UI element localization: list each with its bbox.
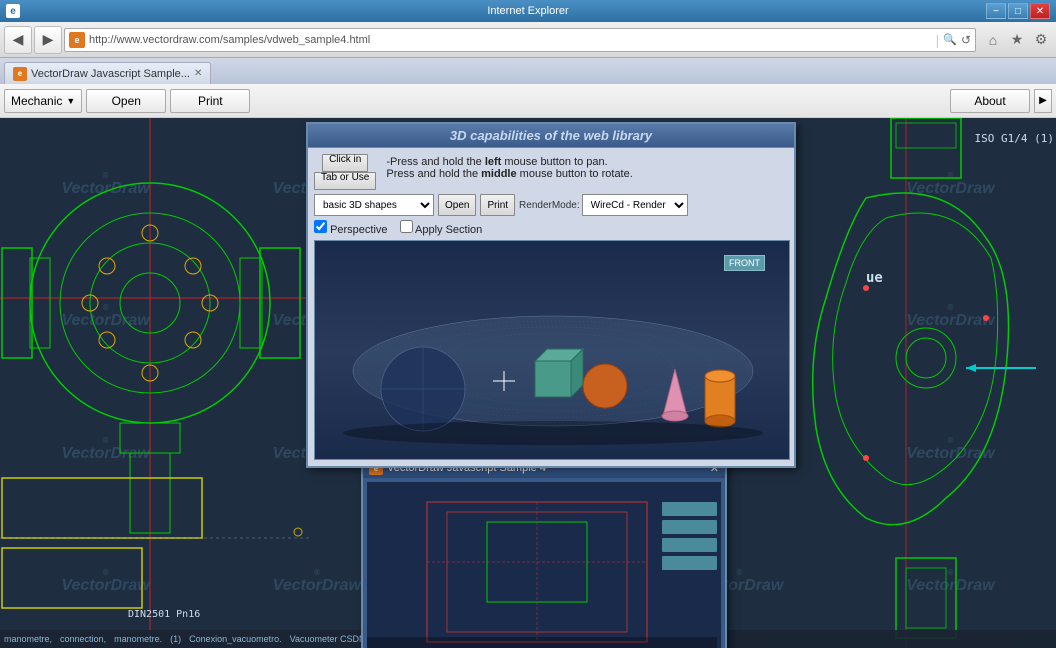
popup-3d-content: Click in Tab or Use -Press and hold the … [308,148,794,466]
render-label: RenderMode: [519,200,580,211]
popup-3d-window: 3D capabilities of the web library Click… [306,122,796,468]
about-button[interactable]: About [950,89,1030,113]
status-connection: connection, [60,634,106,644]
mechanic-label: Mechanic [11,94,62,108]
settings-button[interactable]: ⚙ [1030,29,1052,51]
open-label: Open [112,94,141,108]
window-title: Internet Explorer [0,5,1056,17]
perspective-checkbox[interactable] [314,220,327,233]
forward-button[interactable]: ▶ [34,26,62,54]
site-icon: e [69,32,85,48]
back-button[interactable]: ◀ [4,26,32,54]
browser-tab[interactable]: e VectorDraw Javascript Sample... ✕ [4,62,211,84]
dropdown-arrow-icon: ▼ [66,96,75,106]
search-separator: | [936,32,940,48]
popup-2-inner [363,478,725,648]
popup-3d-title: 3D capabilities of the web library [308,124,794,148]
status-manometre: manometre, [4,634,52,644]
status-conexion: Conexion_vacuometro. [189,634,282,644]
mechanic-dropdown[interactable]: Mechanic ▼ [4,89,82,113]
cad-left-drawing [0,118,310,648]
home-button[interactable]: ⌂ [982,29,1004,51]
popup-open-button[interactable]: Open [438,194,476,216]
click-in-button[interactable]: Click in [322,154,368,172]
tab-close-button[interactable]: ✕ [194,68,202,79]
render-mode-container: RenderMode: WireCd - Render [519,194,688,216]
popup-print-button[interactable]: Print [480,194,515,216]
nav-toolbar: ⌂ ★ ⚙ [982,29,1052,51]
ue-label: ue [866,270,883,286]
status-manometre2: manometre. [114,634,162,644]
search-icon[interactable]: 🔍 [943,33,957,46]
main-content-area: ®VectorDraw ®VectorDraw ®VectorDraw ®Vec… [0,118,1056,648]
cad-right-drawing: ISO G1/4 (1) ue [806,118,1056,648]
address-bar[interactable]: e http://www.vectordraw.com/samples/vdwe… [64,28,976,52]
status-count: (1) [170,634,181,644]
tab-use-button[interactable]: Tab or Use [314,172,376,190]
tab-favicon: e [13,67,27,81]
shapes-select[interactable]: basic 3D shapes [314,194,434,216]
apply-section-checkbox[interactable] [400,220,413,233]
title-bar: e Internet Explorer − □ ✕ [0,0,1056,22]
print-label: Print [198,94,223,108]
restore-button[interactable]: □ [1008,3,1028,19]
popup-checkboxes: Perspective Apply Section [314,220,788,236]
minimize-button[interactable]: − [986,3,1006,19]
popup-2-content[interactable] [367,482,721,648]
open-button[interactable]: Open [86,89,166,113]
window-controls[interactable]: − □ ✕ [986,3,1050,19]
iso-label: ISO G1/4 (1) [975,132,1054,145]
ie-title-icon: e [6,4,20,18]
ie-toolbar: Mechanic ▼ Open Print About ▶ [0,84,1056,118]
popup-2-window: e VectorDraw Javascript Sample 4 ✕ [361,456,727,648]
apply-section-checkbox-label[interactable]: Apply Section [400,220,483,236]
address-text[interactable]: http://www.vectordraw.com/samples/vdweb_… [89,34,932,46]
din-label: DIN2501 Pn16 [128,609,200,620]
navigation-bar: ◀ ▶ e http://www.vectordraw.com/samples/… [0,22,1056,58]
popup-toolbar-row2: basic 3D shapes Open Print RenderMode: W… [314,194,788,216]
title-bar-left: e [6,4,20,18]
scroll-right-button[interactable]: ▶ [1034,89,1052,113]
instructions-text: -Press and hold the left mouse button to… [386,156,632,180]
render-mode-select[interactable]: WireCd - Render [582,194,688,216]
print-button[interactable]: Print [170,89,250,113]
refresh-icon[interactable]: ↺ [961,33,971,47]
perspective-checkbox-label[interactable]: Perspective [314,220,388,236]
tab-bar: e VectorDraw Javascript Sample... ✕ [0,58,1056,84]
3d-canvas[interactable]: FRONT [314,240,790,460]
about-label: About [974,94,1005,108]
close-button[interactable]: ✕ [1030,3,1050,19]
favorites-button[interactable]: ★ [1006,29,1028,51]
tab-label: VectorDraw Javascript Sample... [31,68,190,80]
